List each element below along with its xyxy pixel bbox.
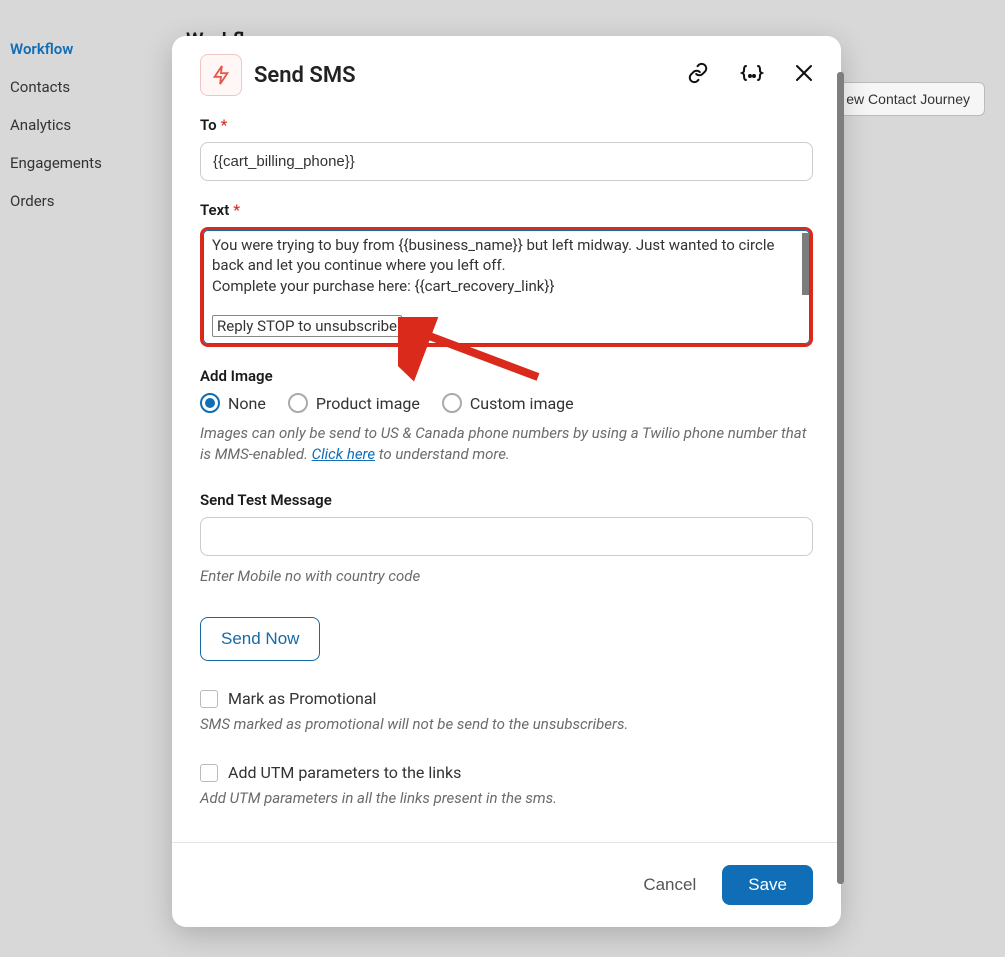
modal-header: Send SMS (172, 36, 841, 106)
radio-circle (442, 393, 462, 413)
text-textarea[interactable]: You were trying to buy from {{business_n… (203, 230, 810, 344)
sidebar-item-engagements[interactable]: Engagements (0, 144, 170, 182)
radio-circle (288, 393, 308, 413)
textarea-scrollbar[interactable] (802, 233, 809, 295)
sidebar-item-orders[interactable]: Orders (0, 182, 170, 220)
preview-contact-journey-button[interactable]: ew Contact Journey (831, 82, 985, 116)
text-label: Text* (200, 201, 813, 219)
to-label: To* (200, 116, 813, 134)
merge-tag-icon[interactable] (739, 63, 765, 87)
sidebar-item-workflow[interactable]: Workflow (0, 30, 170, 68)
modal-body: To* Text* You were trying to buy from {{… (172, 106, 841, 842)
utm-hint: Add UTM parameters in all the links pres… (200, 788, 813, 809)
radio-product-image[interactable]: Product image (288, 393, 420, 413)
modal-footer: Cancel Save (172, 842, 841, 927)
click-here-link[interactable]: Click here (312, 445, 375, 463)
textarea-content[interactable]: You were trying to buy from {{business_n… (212, 235, 801, 309)
stop-unsubscribe-box: Reply STOP to unsubscribe (212, 315, 402, 337)
test-mobile-input[interactable] (200, 517, 813, 556)
test-hint: Enter Mobile no with country code (200, 566, 813, 587)
radio-custom-image[interactable]: Custom image (442, 393, 574, 413)
to-input[interactable] (200, 142, 813, 181)
send-sms-modal: Send SMS (172, 36, 841, 927)
promo-hint: SMS marked as promotional will not be se… (200, 714, 813, 735)
mark-promotional-checkbox[interactable] (200, 690, 218, 708)
radio-circle-checked (200, 393, 220, 413)
save-button[interactable]: Save (722, 865, 813, 905)
close-icon[interactable] (795, 64, 813, 86)
radio-none[interactable]: None (200, 393, 266, 413)
sidebar: Workflow Contacts Analytics Engagements … (0, 0, 170, 220)
modal-title: Send SMS (254, 63, 687, 88)
send-now-button[interactable]: Send Now (200, 617, 320, 661)
modal-scrollbar[interactable] (837, 72, 844, 884)
utm-checkbox[interactable] (200, 764, 218, 782)
sidebar-item-analytics[interactable]: Analytics (0, 106, 170, 144)
text-highlight-box: You were trying to buy from {{business_n… (200, 227, 813, 347)
cancel-button[interactable]: Cancel (643, 875, 696, 895)
sidebar-item-contacts[interactable]: Contacts (0, 68, 170, 106)
link-icon[interactable] (687, 62, 709, 88)
send-test-label: Send Test Message (200, 491, 813, 509)
add-image-hint: Images can only be send to US & Canada p… (200, 423, 813, 465)
mark-promotional-label: Mark as Promotional (228, 689, 376, 708)
utm-label: Add UTM parameters to the links (228, 763, 461, 782)
add-image-label: Add Image (200, 367, 813, 385)
lightning-icon (200, 54, 242, 96)
